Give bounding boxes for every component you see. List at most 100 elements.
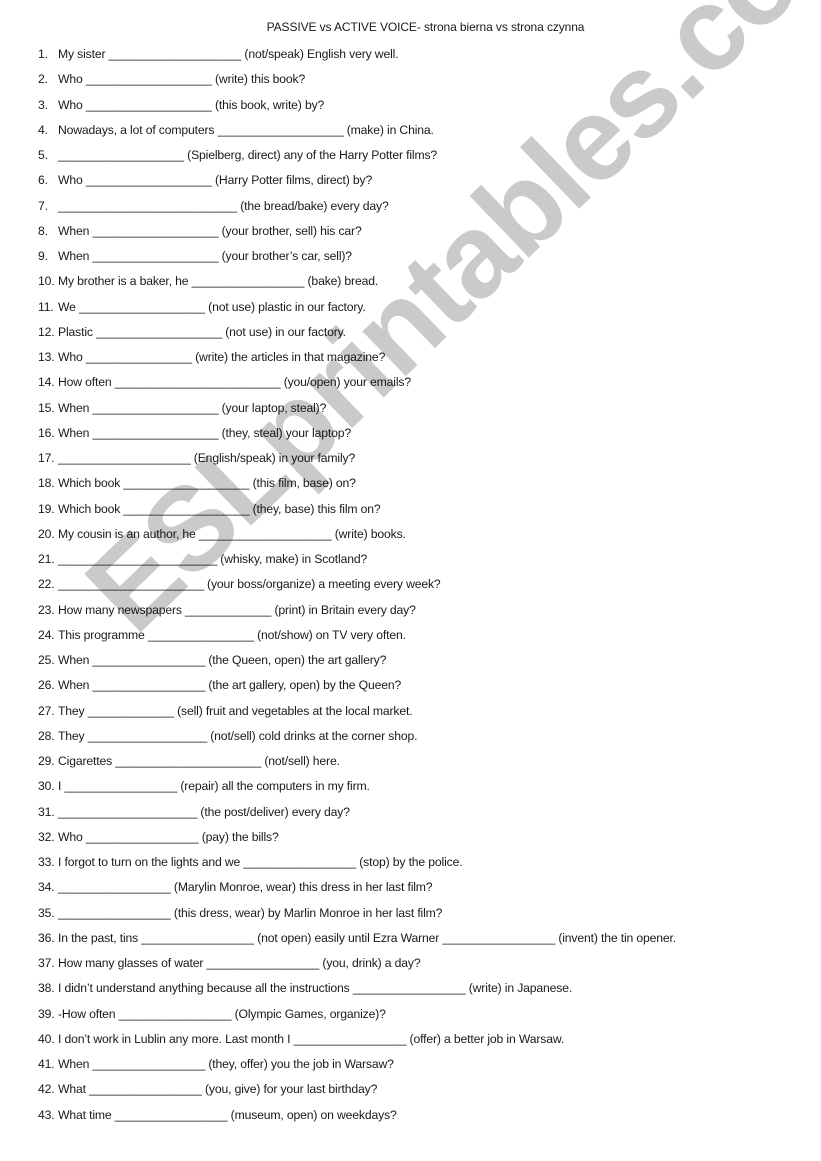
exercise-number: 41. bbox=[38, 1057, 55, 1071]
exercise-item: 16. When ___________________ (they, steal… bbox=[38, 424, 676, 449]
exercise-number: 24. bbox=[38, 627, 55, 642]
exercise-number: 25. bbox=[38, 653, 55, 667]
exercise-item: 31. _____________________ (the post/deliv… bbox=[38, 803, 676, 828]
exercise-sentence: How many newspapers _____________ (print… bbox=[58, 602, 416, 617]
exercise-number: 1. bbox=[38, 47, 48, 61]
exercise-item: 34. _________________ (Marylin Monroe, we… bbox=[38, 878, 676, 903]
exercise-item: 10. My brother is a baker, he ___________… bbox=[38, 272, 676, 297]
exercise-sentence: When ___________________ (they, steal) y… bbox=[58, 425, 351, 440]
exercise-number: 30. bbox=[38, 779, 55, 794]
exercise-number: 10. bbox=[38, 274, 55, 289]
exercise-number: 20. bbox=[38, 526, 55, 541]
exercise-item: 25. When _________________ (the Queen, op… bbox=[38, 651, 676, 676]
exercise-sentence: My brother is a baker, he ______________… bbox=[58, 274, 379, 289]
exercise-sentence: _____________________ (the post/deliver)… bbox=[58, 804, 350, 819]
exercise-item: 19. Which book ___________________ (they,… bbox=[38, 500, 676, 525]
exercise-item: 8. When ___________________ (your brother… bbox=[38, 222, 676, 247]
exercise-sentence: They _____________ (sell) fruit and vege… bbox=[58, 703, 413, 718]
exercise-number: 4. bbox=[38, 122, 48, 137]
exercise-number: 11. bbox=[38, 299, 54, 314]
exercise-sentence: What _________________ (you, give) for y… bbox=[58, 1082, 378, 1097]
exercise-item: 24. This programme ________________ (not/… bbox=[38, 626, 676, 651]
exercise-sentence: I don’t work in Lublin any more. Last mo… bbox=[58, 1031, 565, 1046]
exercise-item: 33. I forgot to turn on the lights and we… bbox=[38, 853, 676, 878]
exercise-number: 39. bbox=[38, 1006, 55, 1021]
exercise-sentence: Who ___________________ (write) this boo… bbox=[58, 72, 306, 87]
exercise-item: 17. ____________________ (English/speak) … bbox=[38, 449, 676, 474]
exercise-sentence: Plastic ___________________ (not use) in… bbox=[58, 324, 346, 339]
exercise-item: 22. ______________________ (your boss/org… bbox=[38, 575, 676, 600]
exercise-number: 14. bbox=[38, 375, 55, 390]
exercise-sentence: ________________________ (whisky, make) … bbox=[58, 552, 368, 566]
exercise-number: 38. bbox=[38, 981, 55, 996]
exercise-item: 20. My cousin is an author, he __________… bbox=[38, 525, 676, 550]
exercise-sentence: When ___________________ (your brother, … bbox=[58, 223, 362, 238]
exercise-item: 23. How many newspapers _____________ (pr… bbox=[38, 601, 676, 626]
exercise-sentence: When _________________ (the Queen, open)… bbox=[58, 653, 387, 667]
exercise-item: 3. Who ___________________ (this book, wr… bbox=[38, 96, 676, 121]
exercise-item: 35. _________________ (this dress, wear) … bbox=[38, 904, 676, 929]
exercise-sentence: In the past, tins _________________ (not… bbox=[58, 930, 677, 945]
exercise-number: 17. bbox=[38, 451, 55, 465]
worksheet-title-text: PASSIVE vs ACTIVE VOICE- strona bierna v… bbox=[266, 20, 585, 34]
exercise-sentence: Which book ___________________ (this fil… bbox=[58, 476, 356, 491]
exercise-item: 40. I don’t work in Lublin any more. Last… bbox=[38, 1030, 676, 1055]
exercise-number: 6. bbox=[38, 173, 48, 188]
exercise-item: 28. They __________________ (not/sell) co… bbox=[38, 727, 676, 752]
exercise-number: 36. bbox=[38, 930, 55, 945]
exercise-number: 12. bbox=[38, 324, 55, 339]
exercise-item: 7. ___________________________ (the bread… bbox=[38, 197, 676, 222]
exercise-sentence: My cousin is an author, he _____________… bbox=[58, 526, 406, 541]
exercise-number: 42. bbox=[38, 1082, 55, 1097]
exercise-sentence: I forgot to turn on the lights and we __… bbox=[58, 855, 463, 869]
exercise-number: 15. bbox=[38, 400, 55, 415]
worksheet-title: PASSIVE vs ACTIVE VOICE- strona bierna v… bbox=[0, 20, 821, 34]
exercise-number: 5. bbox=[38, 148, 48, 162]
exercise-number: 33. bbox=[38, 855, 55, 869]
exercise-item: 18. Which book ___________________ (this … bbox=[38, 474, 676, 499]
exercise-sentence: They __________________ (not/sell) cold … bbox=[58, 728, 418, 743]
exercise-sentence: This programme ________________ (not/sho… bbox=[58, 627, 406, 642]
exercise-item: 26. When _________________ (the art galle… bbox=[38, 676, 676, 701]
exercise-sentence: ___________________________ (the bread/b… bbox=[58, 198, 389, 213]
exercise-item: 41. When _________________ (they, offer) … bbox=[38, 1055, 676, 1080]
exercise-item: 30. I _________________ (repair) all the … bbox=[38, 777, 676, 802]
exercise-sentence: Which book ___________________ (they, ba… bbox=[58, 501, 381, 516]
exercise-number: 28. bbox=[38, 728, 55, 743]
exercise-number: 31. bbox=[38, 804, 55, 819]
exercise-item: 27. They _____________ (sell) fruit and v… bbox=[38, 702, 676, 727]
exercise-number: 22. bbox=[38, 577, 55, 592]
exercise-number: 27. bbox=[38, 703, 55, 718]
exercise-sentence: Who ________________ (write) the article… bbox=[58, 350, 386, 364]
exercise-item: 37. How many glasses of water ___________… bbox=[38, 954, 676, 979]
exercise-item: 38. I didn’t understand anything because … bbox=[38, 979, 676, 1004]
exercise-item: 12. Plastic ___________________ (not use)… bbox=[38, 323, 676, 348]
exercise-item: 15. When ___________________ (your laptop… bbox=[38, 399, 676, 424]
exercise-item: 4. Nowadays, a lot of computers _________… bbox=[38, 121, 676, 146]
exercise-sentence: Cigarettes ______________________ (not/s… bbox=[58, 754, 340, 768]
exercise-number: 32. bbox=[38, 829, 55, 844]
exercise-item: 36. In the past, tins _________________ (… bbox=[38, 929, 676, 954]
exercise-number: 40. bbox=[38, 1031, 55, 1046]
exercise-sentence: I _________________ (repair) all the com… bbox=[58, 779, 370, 794]
exercise-number: 35. bbox=[38, 905, 55, 920]
exercise-number: 7. bbox=[38, 198, 48, 213]
exercise-item: 42. What _________________ (you, give) fo… bbox=[38, 1080, 676, 1105]
exercise-number: 43. bbox=[38, 1107, 55, 1122]
exercise-sentence: ___________________ (Spielberg, direct) … bbox=[58, 148, 438, 162]
exercise-sentence: Who ___________________ (Harry Potter fi… bbox=[58, 173, 373, 188]
exercise-sentence: Who _________________ (pay) the bills? bbox=[58, 829, 279, 844]
exercise-number: 9. bbox=[38, 249, 48, 263]
exercise-number: 13. bbox=[38, 350, 55, 364]
exercise-sentence: -How often _________________ (Olympic Ga… bbox=[58, 1006, 386, 1021]
exercise-number: 16. bbox=[38, 425, 55, 440]
exercise-sentence: When _________________ (they, offer) you… bbox=[58, 1057, 394, 1071]
exercise-sentence: Nowadays, a lot of computers ___________… bbox=[58, 122, 434, 137]
exercise-sentence: How many glasses of water ______________… bbox=[58, 956, 421, 970]
exercise-item: 2. Who ___________________ (write) this b… bbox=[38, 70, 676, 95]
exercise-number: 26. bbox=[38, 678, 55, 693]
exercise-sentence: When ___________________ (your brother’s… bbox=[58, 249, 352, 263]
exercise-item: 13. Who ________________ (write) the arti… bbox=[38, 348, 676, 373]
exercise-item: 32. Who _________________ (pay) the bills… bbox=[38, 828, 676, 853]
exercise-sentence: What time _________________ (museum, ope… bbox=[58, 1107, 397, 1122]
